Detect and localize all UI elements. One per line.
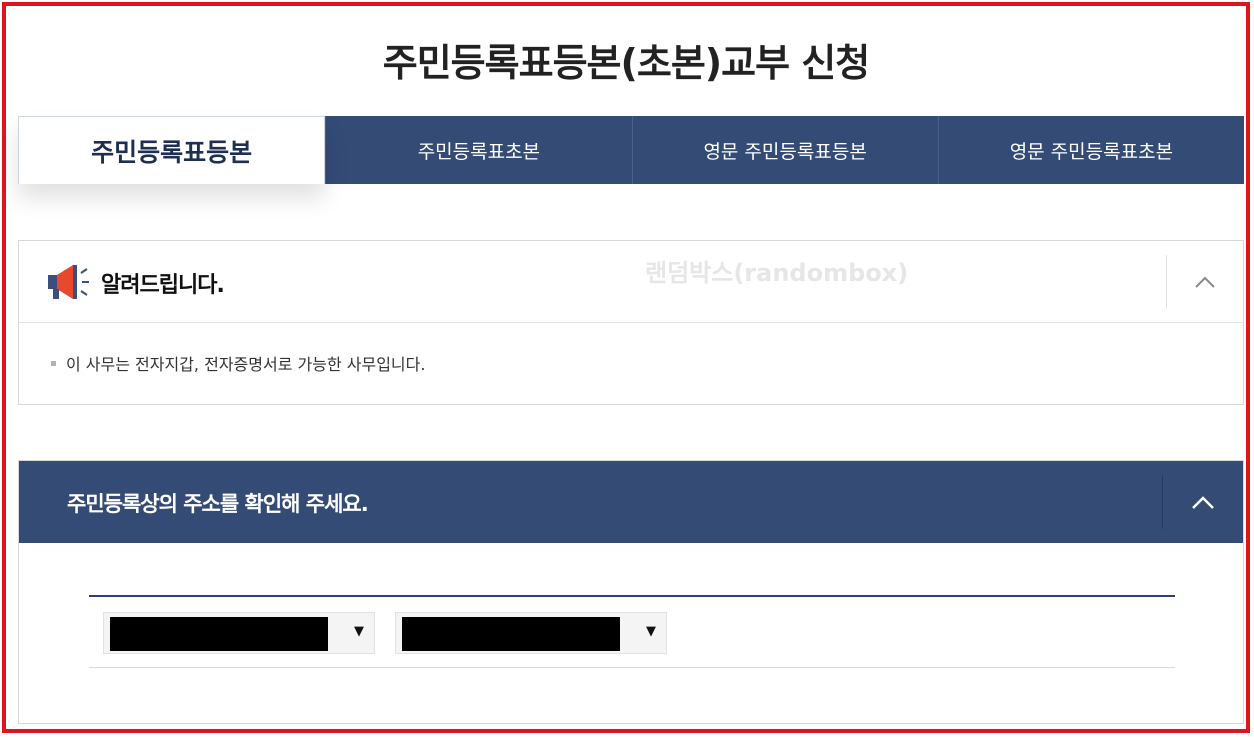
address-select-city[interactable]: ▼ [103,612,375,654]
tab-english-register-abstract[interactable]: 영문 주민등록표초본 [937,116,1244,184]
bullet-icon [51,360,56,366]
notice-text: 이 사무는 전자지갑, 전자증명서로 가능한 사무입니다. [66,355,426,374]
address-title: 주민등록상의 주소를 확인해 주세요. [67,492,369,516]
notice-panel: 알려드립니다. 랜덤박스(randombox) 이 사무는 전자지갑, 전자증명… [18,240,1244,405]
notice-collapse-button[interactable] [1167,241,1243,323]
notice-header: 알려드립니다. 랜덤박스(randombox) [19,241,1243,323]
form-top-border [89,595,1175,597]
dropdown-arrow-icon: ▼ [354,624,364,639]
chevron-up-icon [1192,495,1214,509]
dropdown-arrow-icon: ▼ [646,624,656,639]
watermark-text: 랜덤박스(randombox) [645,259,909,287]
tab-bar: 주민등록표등본 주민등록표초본 영문 주민등록표등본 영문 주민등록표초본 [18,116,1244,184]
address-collapse-button[interactable] [1163,461,1243,543]
megaphone-icon [48,265,89,299]
notice-title: 알려드립니다. [101,273,225,298]
highlight-frame: 주민등록표등본(초본)교부 신청 주민등록표등본 주민등록표초본 영문 주민등록… [2,2,1250,733]
tab-resident-register-abstract[interactable]: 주민등록표초본 [325,116,632,184]
form-bottom-border [89,667,1175,668]
address-panel: 주민등록상의 주소를 확인해 주세요. ▼ ▼ [18,460,1244,724]
chevron-up-icon [1195,276,1215,288]
redacted-value [402,617,620,651]
tab-english-register-copy[interactable]: 영문 주민등록표등본 [631,116,938,184]
tab-resident-register-copy[interactable]: 주민등록표등본 [18,116,326,184]
page-title: 주민등록표등본(초본)교부 신청 [382,41,870,85]
notice-body: 이 사무는 전자지갑, 전자증명서로 가능한 사무입니다. [19,323,1243,375]
address-select-district[interactable]: ▼ [395,612,667,654]
address-header: 주민등록상의 주소를 확인해 주세요. [19,461,1243,543]
redacted-value [110,617,328,651]
